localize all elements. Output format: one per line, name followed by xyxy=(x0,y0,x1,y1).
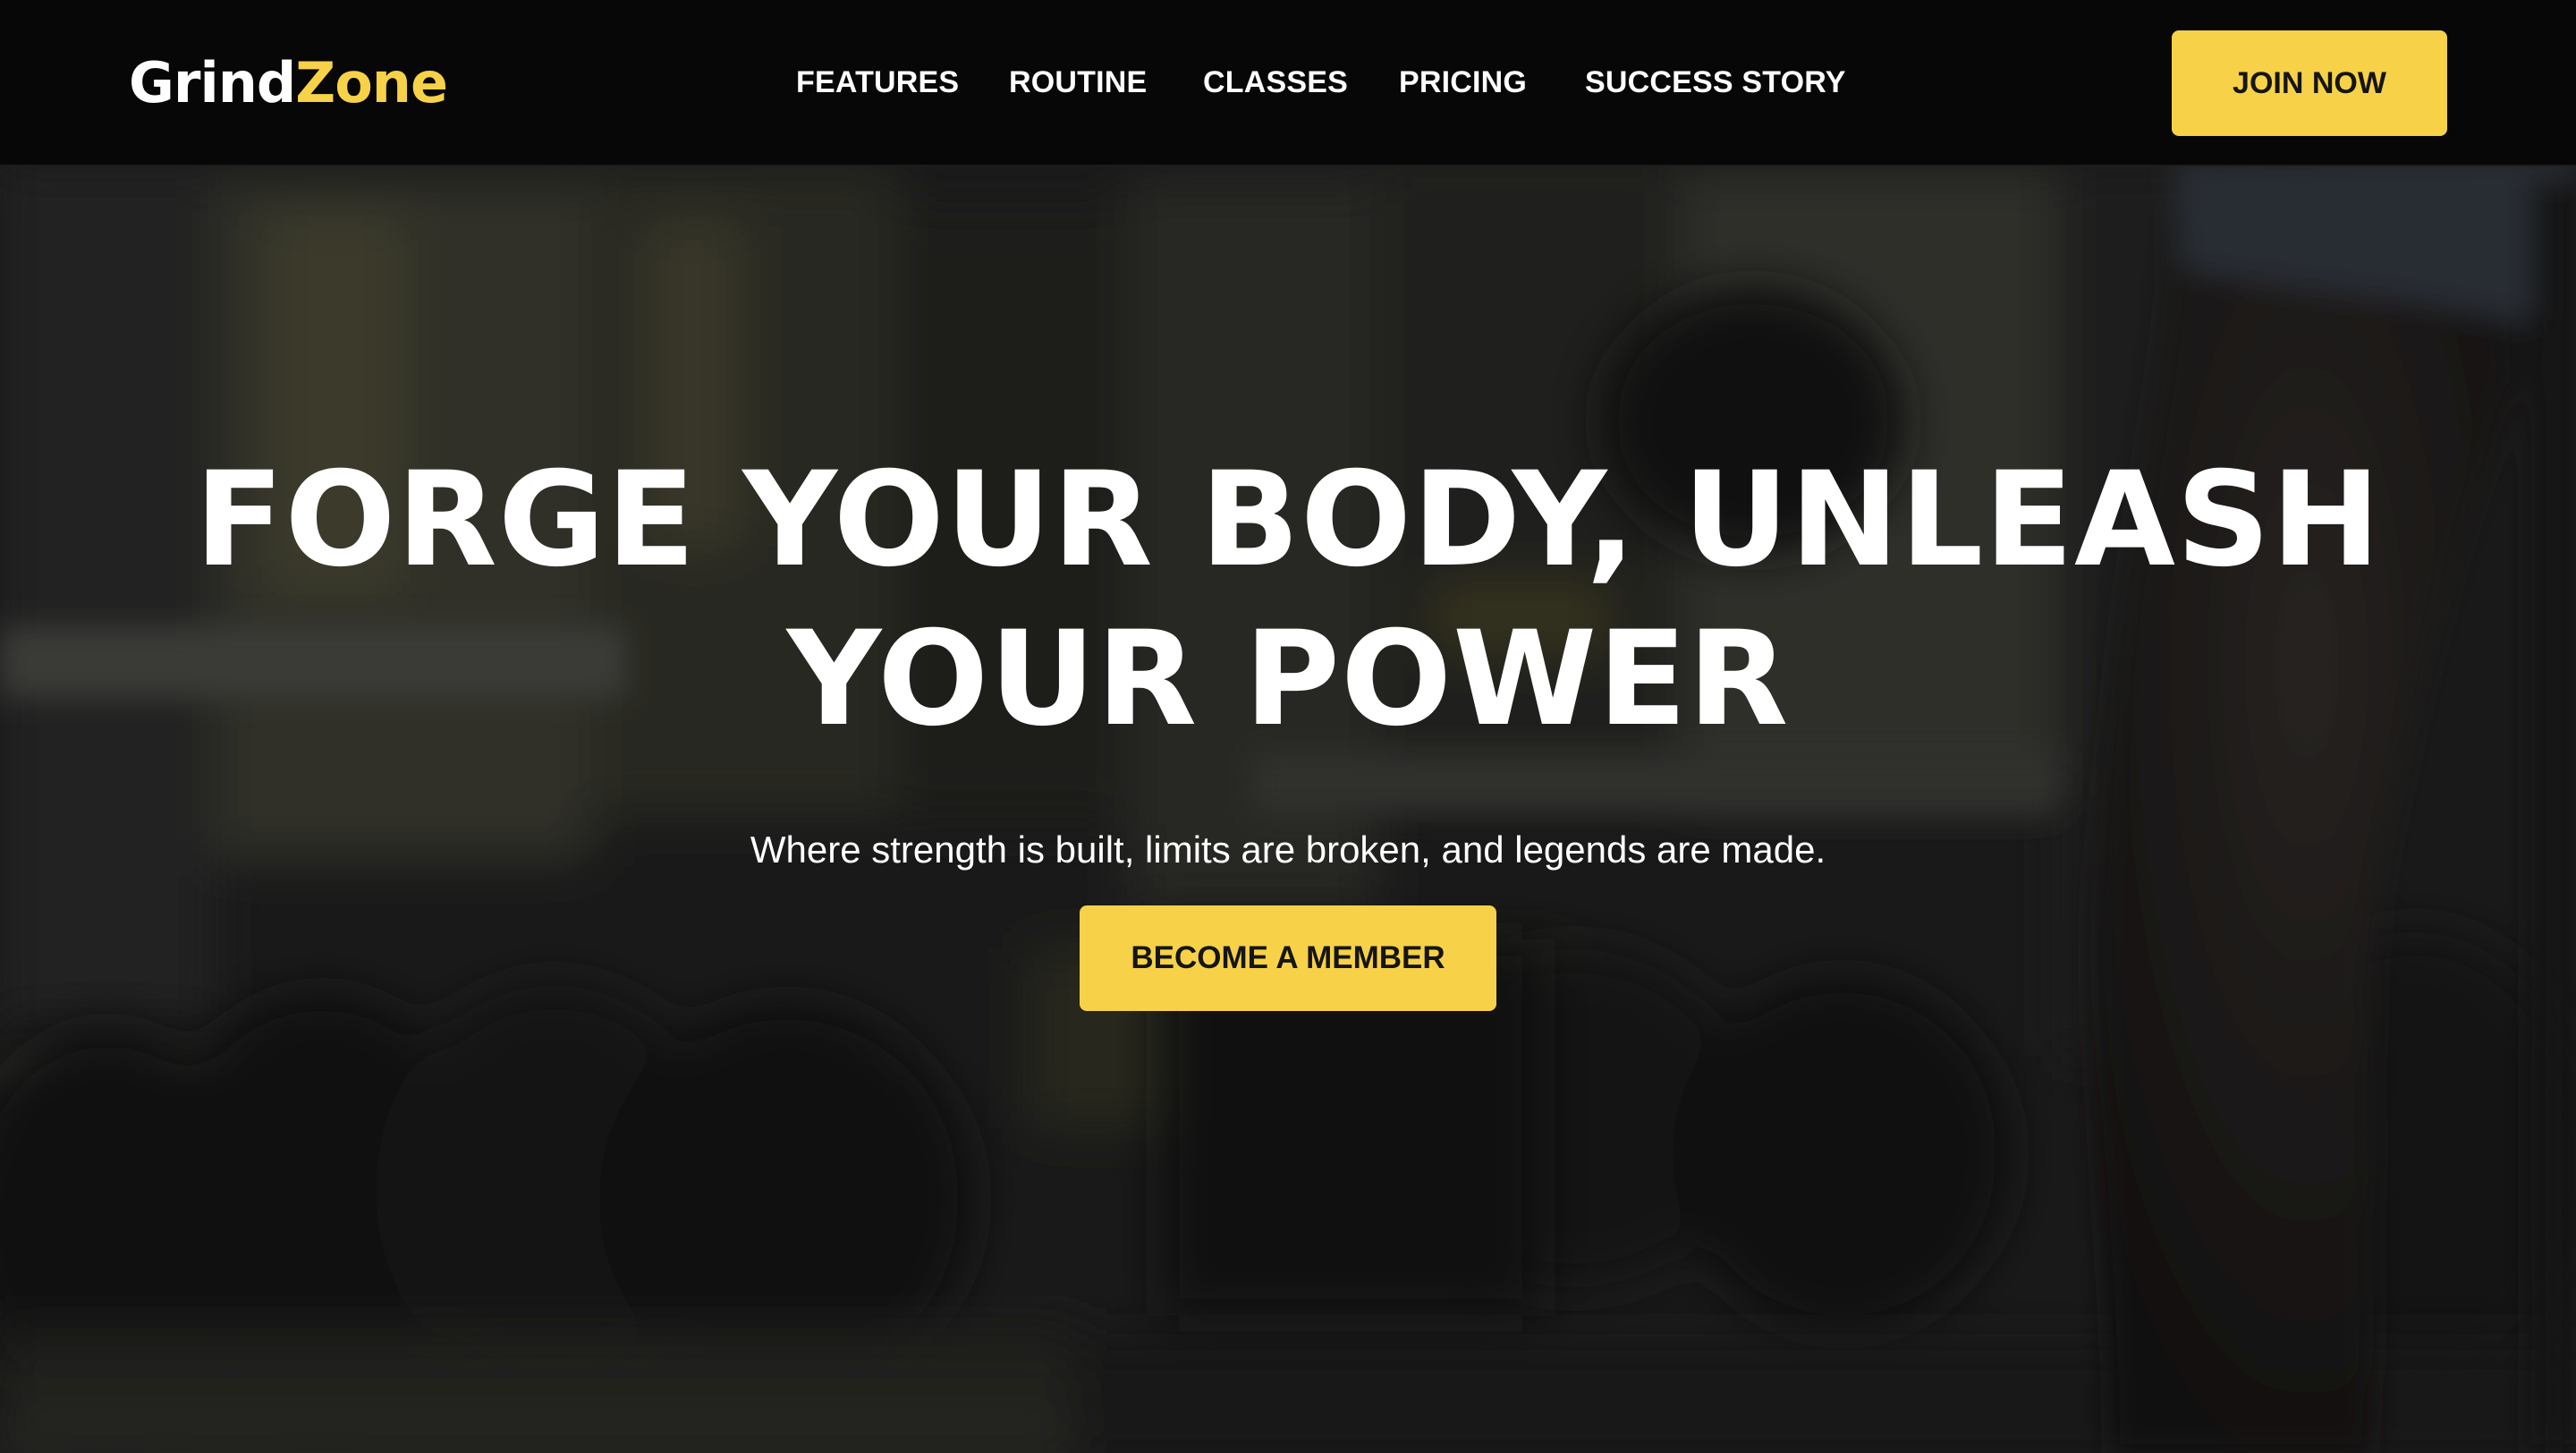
hero-subtitle: Where strength is built, limits are brok… xyxy=(750,828,1826,871)
hero-title: FORGE YOUR BODY, UNLEASH YOUR POWER xyxy=(125,440,2451,759)
hero-section: FORGE YOUR BODY, UNLEASH YOUR POWER Wher… xyxy=(0,0,2576,1453)
hero-title-line-2: YOUR POWER xyxy=(786,603,1790,755)
become-member-button[interactable]: BECOME A MEMBER xyxy=(1080,905,1496,1011)
hero-title-line-1: FORGE YOUR BODY, UNLEASH xyxy=(194,444,2382,596)
